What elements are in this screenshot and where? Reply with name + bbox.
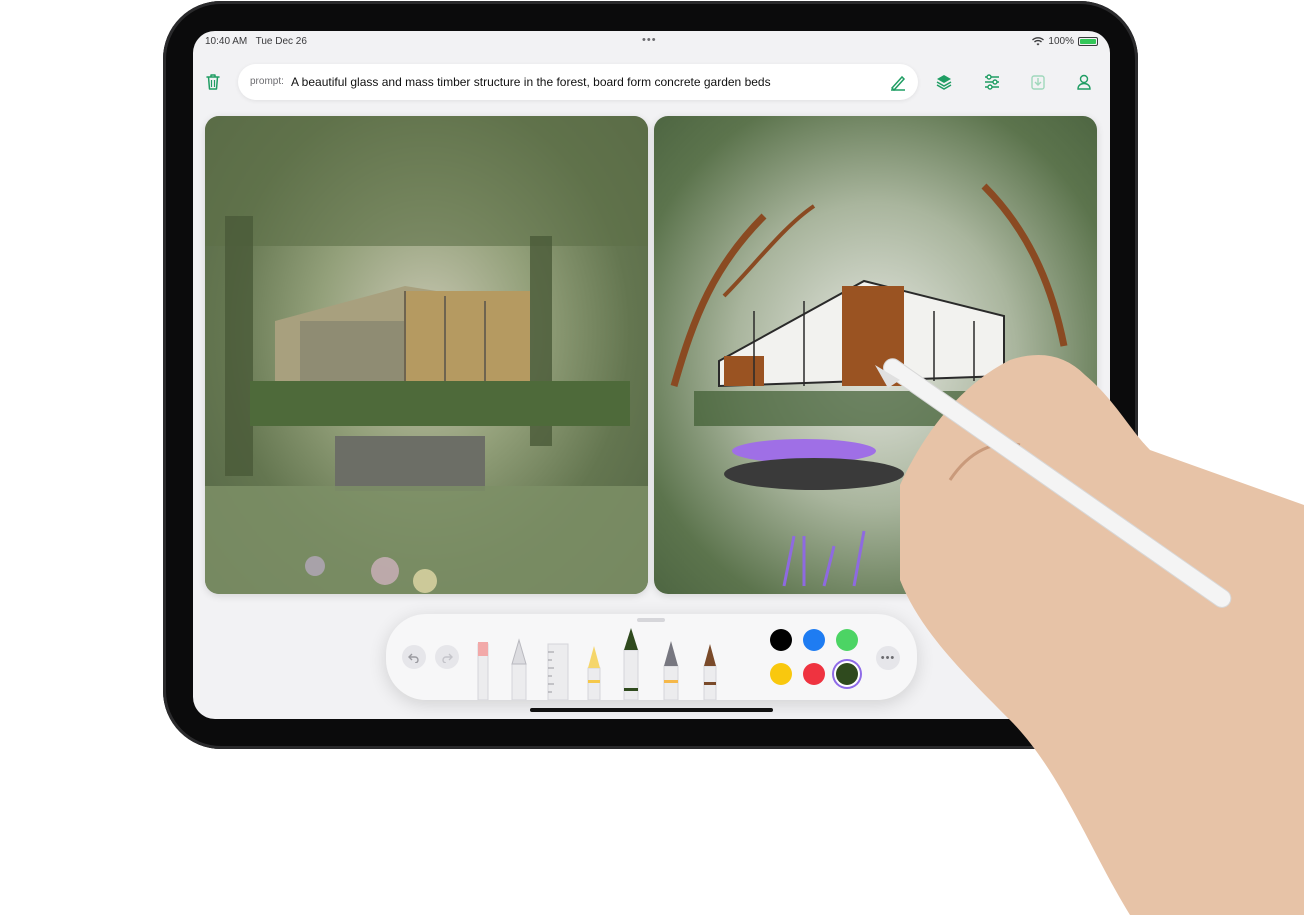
tool-palette [477, 628, 717, 700]
color-swatch-blue[interactable] [803, 629, 825, 651]
color-swatch-green[interactable] [836, 629, 858, 651]
lasso-tool[interactable] [511, 638, 527, 700]
render-artwork [205, 116, 648, 594]
fountain-pen-tool[interactable] [663, 641, 679, 700]
multitasking-indicator[interactable]: ••• [642, 34, 657, 46]
color-swatch-yellow[interactable] [770, 663, 792, 685]
redo-button[interactable] [435, 645, 459, 669]
home-indicator [530, 708, 773, 712]
pencil-tool[interactable] [587, 646, 601, 700]
color-picker-selected[interactable] [836, 663, 858, 685]
battery-icon [1078, 37, 1098, 46]
brush-tool[interactable] [703, 644, 717, 700]
eraser-tool[interactable] [477, 642, 489, 700]
status-bar: 10:40 AM Tue Dec 26 ••• 100% [193, 31, 1110, 55]
pencil-icon[interactable] [888, 72, 908, 92]
color-swatch-red[interactable] [803, 663, 825, 685]
marker-tool[interactable] [623, 628, 639, 700]
layers-icon[interactable] [932, 70, 956, 94]
prompt-label: prompt: [250, 76, 284, 87]
drawing-toolbar: ••• [386, 614, 917, 700]
generated-image-canvas[interactable] [205, 116, 648, 594]
status-right: 100% [1032, 36, 1098, 47]
wifi-icon [1032, 37, 1045, 46]
prompt-field[interactable]: prompt: A beautiful glass and mass timbe… [238, 64, 918, 100]
ruler-tool[interactable] [547, 643, 569, 700]
prompt-input[interactable]: A beautiful glass and mass timber struct… [291, 75, 771, 89]
battery-percent: 100% [1048, 36, 1074, 47]
person-icon[interactable] [1072, 70, 1096, 94]
trash-icon[interactable] [201, 70, 225, 94]
color-swatch-black[interactable] [770, 629, 792, 651]
undo-button[interactable] [402, 645, 426, 669]
redo-icon [442, 653, 453, 663]
download-icon[interactable] [1026, 70, 1050, 94]
sliders-icon[interactable] [980, 70, 1004, 94]
hand-with-pencil [875, 355, 1304, 915]
top-toolbar: prompt: A beautiful glass and mass timbe… [193, 63, 1110, 103]
dock-grabber[interactable] [637, 618, 665, 622]
undo-icon [408, 653, 419, 663]
status-time: 10:40 AM Tue Dec 26 [205, 36, 307, 47]
